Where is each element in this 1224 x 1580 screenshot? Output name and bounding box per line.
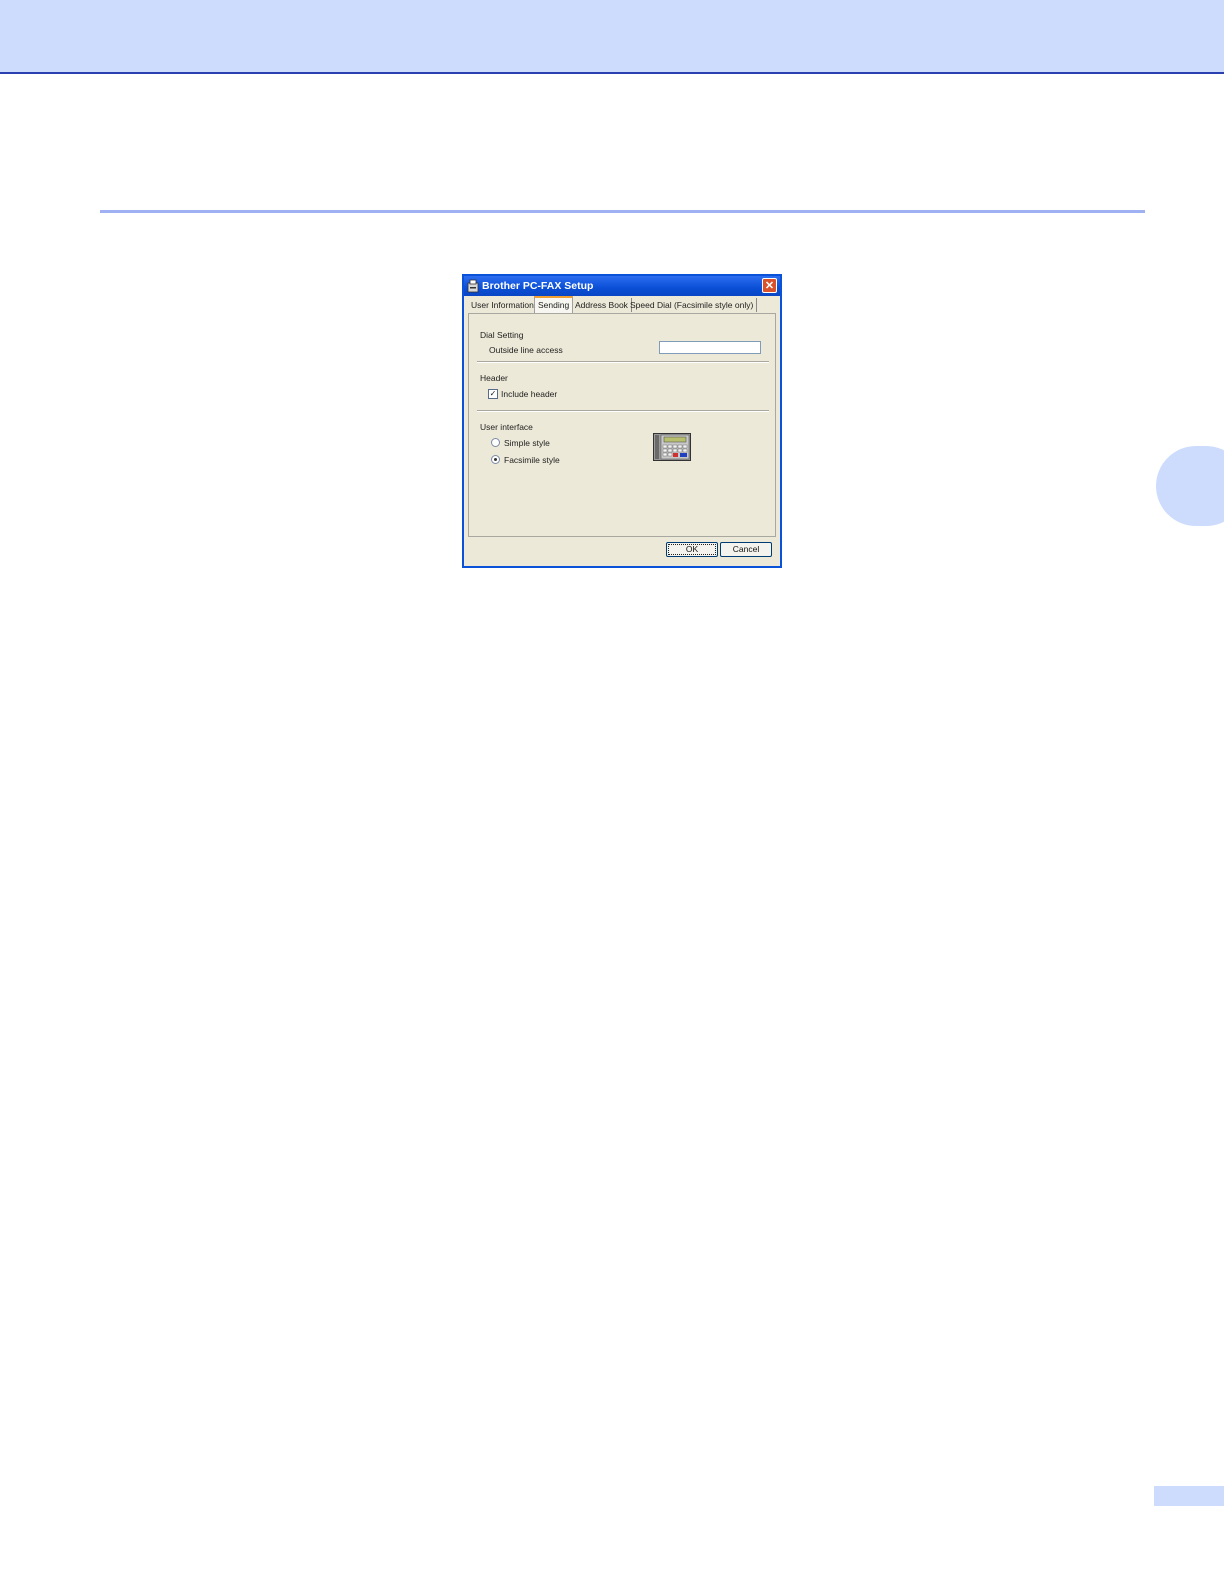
sending-panel: Dial Setting Outside line access Header … — [468, 313, 776, 537]
header-group-label: Header — [480, 373, 508, 383]
chapter-tab — [1156, 446, 1224, 526]
tab-user-information[interactable]: User Information — [468, 298, 538, 312]
cancel-button[interactable]: Cancel — [720, 542, 772, 557]
tab-sending[interactable]: Sending — [534, 296, 574, 314]
pc-fax-setup-dialog: Brother PC-FAX Setup ✕ User Information … — [462, 274, 782, 568]
include-header-label: Include header — [501, 389, 558, 399]
dial-setting-group-label: Dial Setting — [480, 330, 524, 340]
close-icon: ✕ — [764, 280, 775, 292]
group-separator — [477, 410, 769, 412]
simple-style-radio[interactable] — [491, 438, 500, 447]
check-mark-icon: ✓ — [489, 389, 497, 398]
ok-button[interactable]: OK — [666, 542, 718, 557]
title-bar: Brother PC-FAX Setup ✕ — [464, 276, 780, 296]
group-separator — [477, 361, 769, 363]
user-interface-group-label: User interface — [480, 422, 533, 432]
simple-style-label: Simple style — [504, 438, 550, 448]
outside-line-label: Outside line access — [489, 345, 563, 355]
fax-machine-icon — [653, 433, 691, 461]
section-divider — [100, 210, 1145, 213]
page-number-tab — [1154, 1486, 1224, 1506]
tab-address-book[interactable]: Address Book — [572, 298, 632, 312]
facsimile-style-radio[interactable] — [491, 455, 500, 464]
dialog-title: Brother PC-FAX Setup — [482, 280, 594, 292]
page-header-band — [0, 0, 1224, 74]
include-header-checkbox[interactable]: ✓ — [488, 389, 498, 399]
tab-speed-dial[interactable]: Speed Dial (Facsimile style only) — [627, 298, 758, 312]
facsimile-style-label: Facsimile style — [504, 455, 560, 465]
tab-strip: User Information Sending Address Book Sp… — [468, 296, 776, 314]
close-button[interactable]: ✕ — [762, 278, 777, 293]
brother-app-icon — [467, 279, 479, 293]
outside-line-access-input[interactable] — [659, 341, 761, 354]
